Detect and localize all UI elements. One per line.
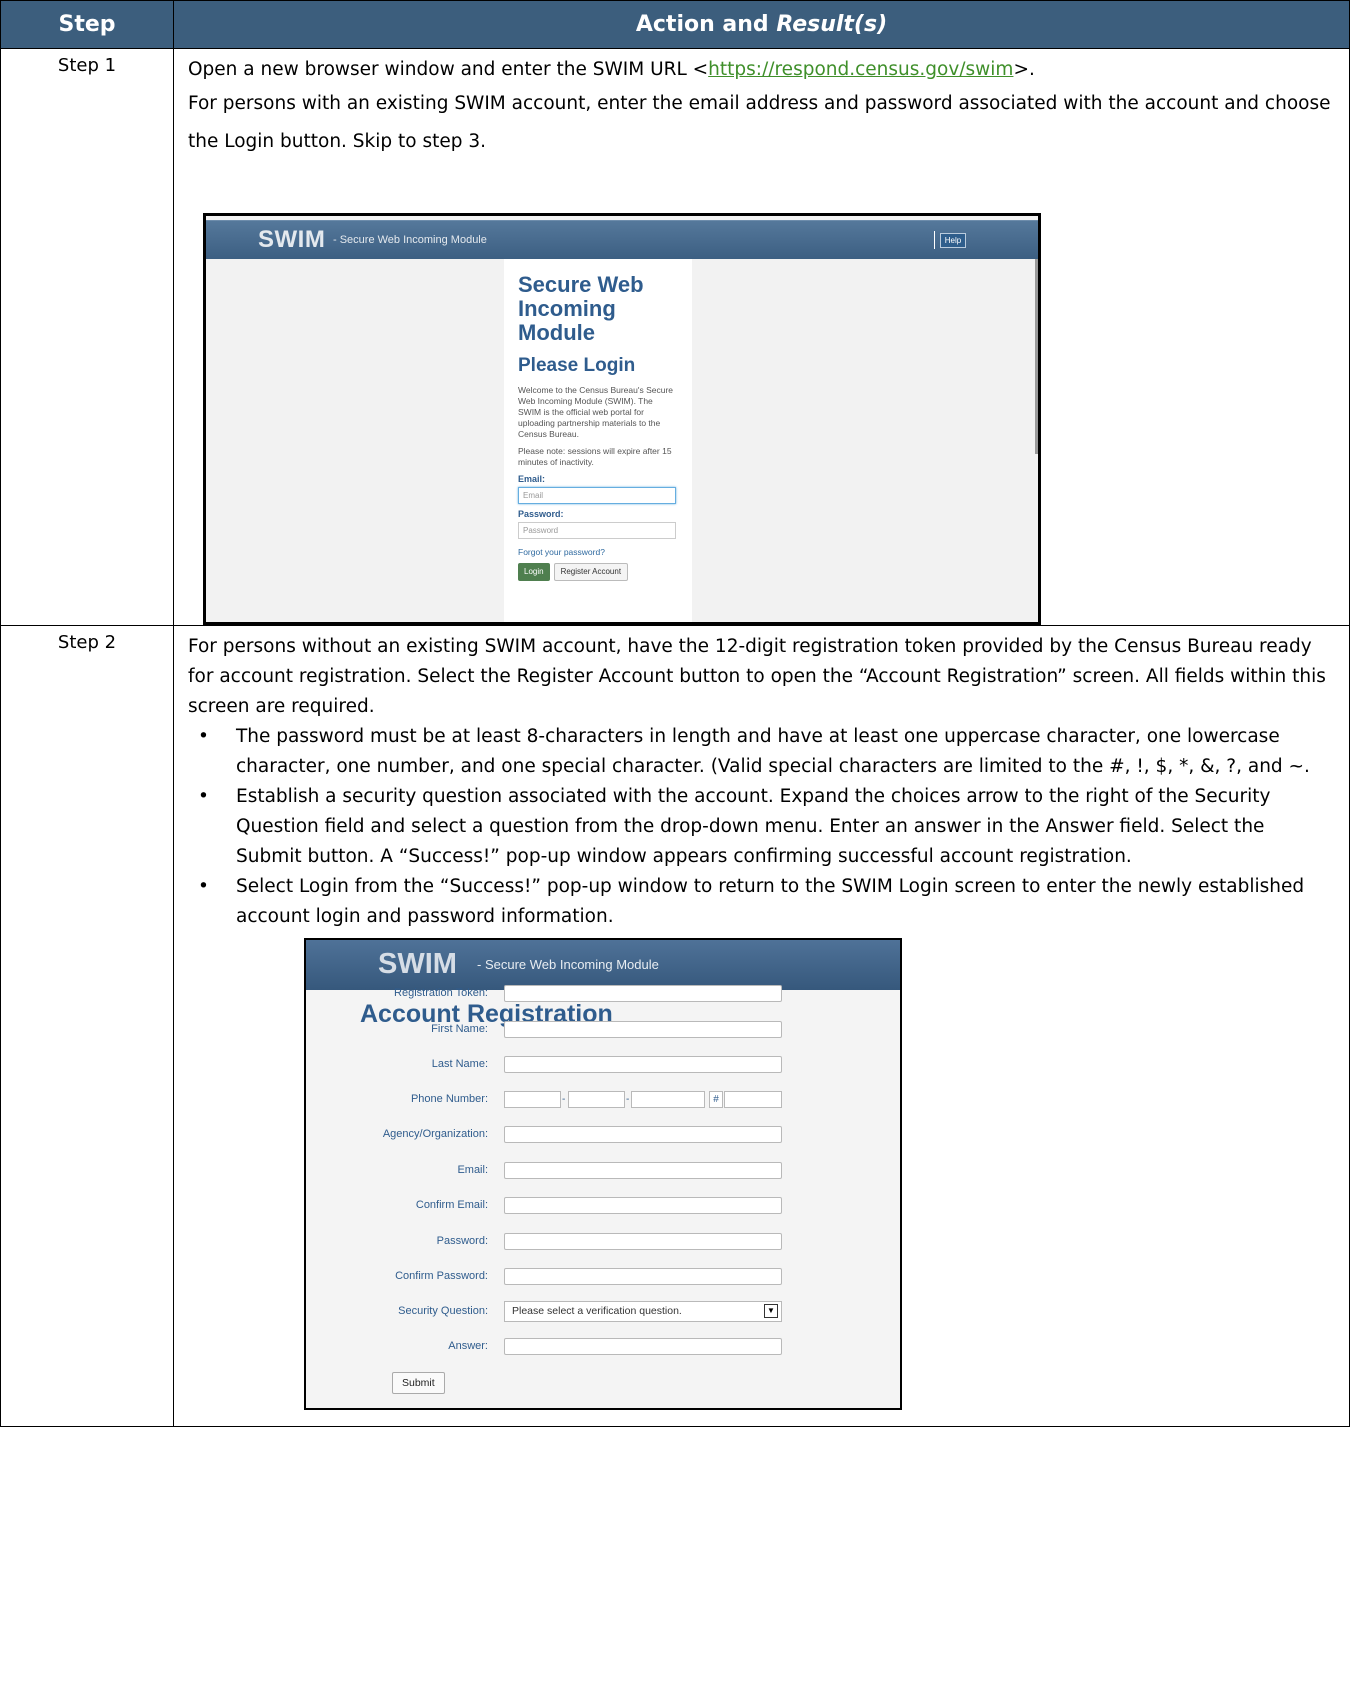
phone-dash: - (626, 1094, 630, 1105)
email-field[interactable]: Email (518, 487, 676, 504)
swim-tagline: - Secure Web Incoming Module (333, 234, 487, 246)
confirm-password-row: Confirm Password: (306, 1268, 900, 1286)
security-question-select[interactable]: Please select a verification question. ▼ (504, 1301, 782, 1322)
step-2-cell: Step 2 (0, 625, 174, 1427)
list-item: Establish a security question associated… (188, 782, 1335, 872)
session-note: Please note: sessions will expire after … (518, 446, 672, 467)
swim-header-bar: SWIM - Secure Web Incoming Module (306, 940, 900, 990)
table-header-row: Step Action and Result(s) (0, 0, 1350, 49)
confirm-email-label: Confirm Email: (415, 1199, 488, 1211)
agency-input[interactable] (504, 1126, 782, 1143)
login-subtitle: Please Login (518, 355, 636, 376)
last-name-input[interactable] (504, 1056, 782, 1073)
phone-ext-input[interactable] (724, 1091, 782, 1108)
confirm-password-input[interactable] (504, 1268, 782, 1285)
instructions-table: Step Action and Result(s) Step 1 Open a … (0, 0, 1350, 1427)
email-row: Email: (306, 1162, 900, 1180)
step-1-label: Step 1 (57, 55, 117, 76)
last-name-row: Last Name: (306, 1056, 900, 1074)
phone-label: Phone Number: (410, 1093, 488, 1105)
phone-prefix-input[interactable] (568, 1091, 625, 1108)
confirm-email-row: Confirm Email: (306, 1197, 900, 1215)
login-button[interactable]: Login (518, 563, 550, 581)
answer-row: Answer: (306, 1338, 900, 1356)
first-name-input[interactable] (504, 1021, 782, 1038)
login-panel: Secure Web Incoming Module Please Login … (504, 259, 692, 622)
swim-header-bar: SWIM - Secure Web Incoming Module Help (206, 220, 1038, 259)
security-question-label: Security Question: (398, 1305, 488, 1317)
security-question-row: Security Question: Please select a verif… (306, 1301, 900, 1322)
step-2-intro: For persons without an existing SWIM acc… (188, 636, 1326, 717)
swim-tagline: - Secure Web Incoming Module (477, 957, 659, 972)
step-2-action-cell: For persons without an existing SWIM acc… (173, 625, 1350, 1427)
swim-logo: SWIM (378, 948, 457, 980)
password-field[interactable]: Password (518, 522, 676, 539)
header-separator (934, 231, 935, 249)
answer-label: Answer: (448, 1340, 488, 1352)
first-name-row: First Name: (306, 1021, 900, 1039)
table-row-step-1: Step 1 Open a new browser window and ent… (0, 48, 1350, 626)
agency-label: Agency/Organization: (382, 1128, 488, 1140)
list-item: Select Login from the “Success!” pop-up … (188, 872, 1335, 932)
phone-row: Phone Number: - - # (306, 1091, 900, 1109)
swim-url-link[interactable]: https://respond.census.gov/swim (708, 59, 1013, 80)
step-2-bullets: The password must be at least 8-characte… (188, 722, 1335, 932)
phone-area-input[interactable] (504, 1091, 561, 1108)
swim-logo: SWIM (258, 226, 326, 253)
registration-token-row: Registration Token: (306, 985, 900, 1003)
login-buttons: Login Register Account (518, 563, 678, 581)
registration-token-label: Registration Token: (394, 987, 488, 999)
header-step: Step (0, 0, 174, 49)
step-2-label: Step 2 (57, 632, 117, 653)
phone-line-input[interactable] (631, 1091, 705, 1108)
register-account-button[interactable]: Register Account (553, 563, 629, 581)
header-action: Action and Result(s) (173, 0, 1350, 49)
security-question-value: Please select a verification question. (512, 1305, 682, 1317)
phone-dash: - (562, 1094, 566, 1105)
password-label: Password: (436, 1235, 488, 1247)
step-1-action-cell: Open a new browser window and enter the … (173, 48, 1350, 626)
answer-input[interactable] (504, 1338, 782, 1355)
login-title: Secure Web Incoming Module (518, 272, 644, 345)
last-name-label: Last Name: (431, 1058, 488, 1070)
password-input[interactable] (504, 1233, 782, 1250)
welcome-text: Welcome to the Census Bureau's Secure We… (518, 385, 674, 439)
confirm-email-input[interactable] (504, 1197, 782, 1214)
chevron-down-icon[interactable]: ▼ (764, 1304, 778, 1318)
password-row: Password: (306, 1233, 900, 1251)
first-name-label: First Name: (431, 1023, 488, 1035)
step-1-cell: Step 1 (0, 48, 174, 626)
help-button[interactable]: Help (940, 233, 966, 248)
forgot-password-link[interactable]: Forgot your password? (518, 547, 678, 557)
phone-ext-marker: # (709, 1091, 723, 1108)
step-1-line-1: Open a new browser window and enter the … (188, 59, 1035, 80)
confirm-password-label: Confirm Password: (395, 1270, 488, 1282)
agency-row: Agency/Organization: (306, 1126, 900, 1144)
step-1-paragraph-2: For persons with an existing SWIM accoun… (188, 93, 1331, 152)
registration-token-input[interactable] (504, 985, 782, 1002)
email-label: Email: (518, 474, 546, 484)
account-registration-screenshot: SWIM - Secure Web Incoming Module Accoun… (304, 938, 902, 1410)
header-action-italic: Result(s) (776, 12, 888, 37)
submit-button[interactable]: Submit (392, 1372, 445, 1394)
list-item: The password must be at least 8-characte… (188, 722, 1335, 782)
scrollbar[interactable] (1035, 259, 1038, 454)
swim-login-screenshot: SWIM - Secure Web Incoming Module Help S… (203, 213, 1041, 625)
email-label: Email: (457, 1164, 488, 1176)
email-input[interactable] (504, 1162, 782, 1179)
table-row-step-2: Step 2 For persons without an existing S… (0, 625, 1350, 1427)
password-label: Password: (518, 509, 564, 519)
